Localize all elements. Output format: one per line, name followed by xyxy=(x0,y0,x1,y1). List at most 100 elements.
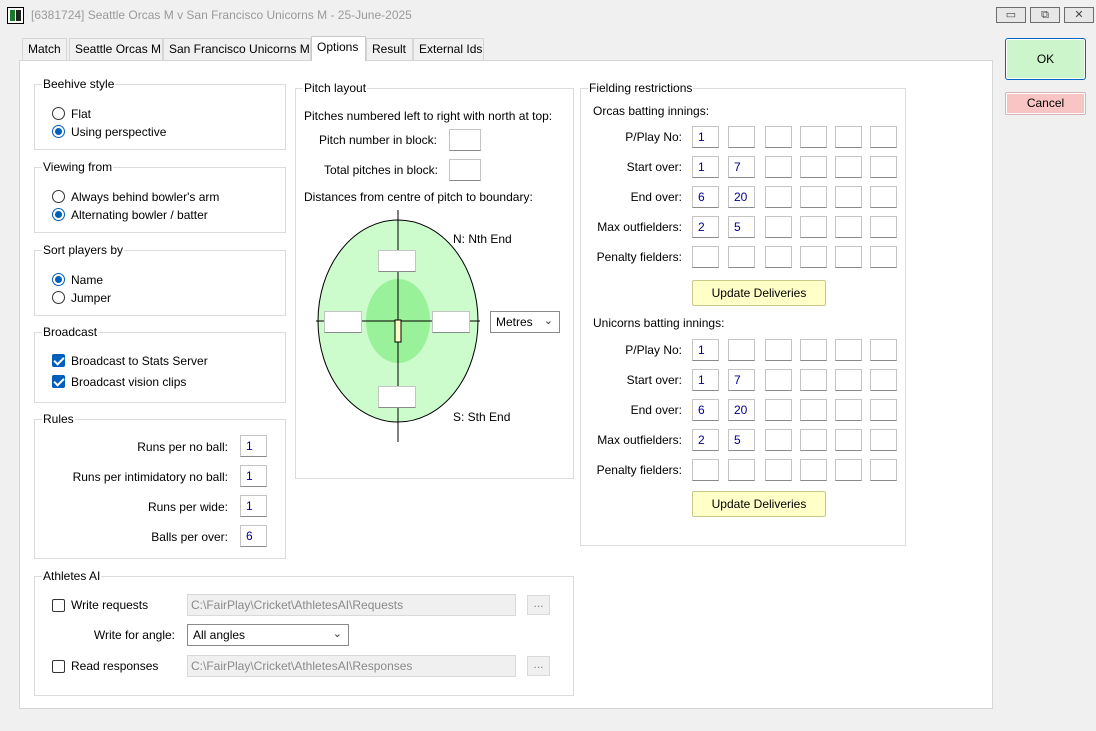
unicorns-restriction-cell[interactable] xyxy=(870,369,897,391)
orcas-restriction-cell[interactable] xyxy=(800,156,827,178)
orcas-restriction-cell[interactable] xyxy=(800,186,827,208)
orcas-restriction-cell[interactable] xyxy=(870,216,897,238)
unicorns-restriction-cell[interactable]: 1 xyxy=(692,339,719,361)
tab-seattle-orcas[interactable]: Seattle Orcas M xyxy=(69,38,163,60)
unicorns-restriction-cell[interactable] xyxy=(800,459,827,481)
total-pitches-input[interactable] xyxy=(449,159,481,181)
orcas-restriction-cell[interactable] xyxy=(765,216,792,238)
unicorns-restriction-cell[interactable]: 7 xyxy=(728,369,755,391)
unicorns-restriction-cell[interactable] xyxy=(870,399,897,421)
unicorns-restriction-cell[interactable] xyxy=(800,339,827,361)
orcas-restriction-cell[interactable]: 5 xyxy=(728,216,755,238)
tab-external-ids[interactable]: External Ids xyxy=(413,38,484,60)
orcas-restriction-cell[interactable] xyxy=(870,156,897,178)
south-distance-input[interactable] xyxy=(378,386,416,408)
write-requests-checkbox[interactable] xyxy=(52,599,65,612)
tab-options[interactable]: Options xyxy=(311,36,366,61)
orcas-restriction-cell[interactable] xyxy=(728,246,755,268)
orcas-restriction-cell[interactable] xyxy=(692,246,719,268)
radio-using-perspective[interactable] xyxy=(52,125,65,138)
orcas-restriction-cell[interactable] xyxy=(765,156,792,178)
orcas-restriction-cell[interactable] xyxy=(800,246,827,268)
fielding-row-label: P/Play No: xyxy=(625,130,682,144)
unicorns-restriction-cell[interactable] xyxy=(835,429,862,451)
radio-flat[interactable] xyxy=(52,107,65,120)
unicorns-restriction-cell[interactable]: 2 xyxy=(692,429,719,451)
orcas-restriction-cell[interactable] xyxy=(835,246,862,268)
unicorns-restriction-cell[interactable] xyxy=(765,459,792,481)
orcas-restriction-cell[interactable] xyxy=(765,186,792,208)
broadcast-stats-checkbox[interactable] xyxy=(52,354,65,367)
unicorns-restriction-cell[interactable] xyxy=(870,459,897,481)
unicorns-restriction-cell[interactable] xyxy=(800,429,827,451)
orcas-restriction-cell[interactable] xyxy=(765,126,792,148)
north-distance-input[interactable] xyxy=(378,250,416,272)
orcas-restriction-cell[interactable] xyxy=(870,186,897,208)
update-deliveries-unicorns-button[interactable]: Update Deliveries xyxy=(692,491,826,517)
browse-responses-button[interactable]: ... xyxy=(527,656,550,676)
unicorns-restriction-cell[interactable]: 5 xyxy=(728,429,755,451)
cancel-button[interactable]: Cancel xyxy=(1005,92,1086,115)
orcas-restriction-cell[interactable]: 20 xyxy=(728,186,755,208)
unicorns-restriction-cell[interactable] xyxy=(728,339,755,361)
orcas-restriction-cell[interactable] xyxy=(765,246,792,268)
unicorns-restriction-cell[interactable] xyxy=(765,399,792,421)
update-deliveries-orcas-button[interactable]: Update Deliveries xyxy=(692,280,826,306)
ok-button[interactable]: OK xyxy=(1005,38,1086,80)
maximize-button[interactable]: ⧉ xyxy=(1030,7,1060,23)
orcas-restriction-cell[interactable]: 7 xyxy=(728,156,755,178)
orcas-restriction-cell[interactable] xyxy=(835,156,862,178)
broadcast-clips-checkbox[interactable] xyxy=(52,375,65,388)
unicorns-restriction-cell[interactable] xyxy=(835,459,862,481)
unicorns-restriction-cell[interactable] xyxy=(835,369,862,391)
distance-unit-select[interactable]: Metres ⌄ xyxy=(490,311,560,333)
tab-san-francisco-unicorns[interactable]: San Francisco Unicorns M xyxy=(163,38,311,60)
orcas-restriction-cell[interactable] xyxy=(800,126,827,148)
balls-per-over-input[interactable]: 6 xyxy=(240,525,267,547)
runs-per-wide-input[interactable]: 1 xyxy=(240,495,267,517)
unicorns-restriction-cell[interactable] xyxy=(692,459,719,481)
checkbox-label: Broadcast vision clips xyxy=(71,375,187,389)
unicorns-restriction-cell[interactable] xyxy=(800,399,827,421)
unicorns-restriction-cell[interactable] xyxy=(765,339,792,361)
read-responses-checkbox[interactable] xyxy=(52,660,65,673)
orcas-restriction-cell[interactable] xyxy=(870,246,897,268)
orcas-restriction-cell[interactable] xyxy=(835,216,862,238)
radio-behind-bowlers-arm[interactable] xyxy=(52,190,65,203)
minimize-button[interactable]: ▭ xyxy=(996,7,1026,23)
east-distance-input[interactable] xyxy=(432,311,470,333)
orcas-restriction-cell[interactable]: 1 xyxy=(692,156,719,178)
orcas-restriction-cell[interactable] xyxy=(728,126,755,148)
orcas-restriction-cell[interactable] xyxy=(835,126,862,148)
unicorns-restriction-cell[interactable] xyxy=(870,339,897,361)
orcas-restriction-cell[interactable] xyxy=(835,186,862,208)
orcas-restriction-cell[interactable]: 6 xyxy=(692,186,719,208)
unicorns-restriction-cell[interactable]: 6 xyxy=(692,399,719,421)
unicorns-restriction-cell[interactable] xyxy=(835,399,862,421)
write-angle-select[interactable]: All angles ⌄ xyxy=(187,624,349,646)
tab-match[interactable]: Match xyxy=(22,38,67,60)
unicorns-restriction-cell[interactable] xyxy=(800,369,827,391)
unicorns-restriction-cell[interactable] xyxy=(765,369,792,391)
radio-name[interactable] xyxy=(52,273,65,286)
orcas-restriction-cell[interactable]: 1 xyxy=(692,126,719,148)
unicorns-restriction-cell[interactable] xyxy=(728,459,755,481)
radio-jumper[interactable] xyxy=(52,291,65,304)
pitch-number-input[interactable] xyxy=(449,129,481,151)
unicorns-restriction-cell[interactable] xyxy=(765,429,792,451)
radio-alternating[interactable] xyxy=(52,208,65,221)
west-distance-input[interactable] xyxy=(324,311,362,333)
browse-requests-button[interactable]: ... xyxy=(527,595,550,615)
unicorns-restriction-cell[interactable] xyxy=(835,339,862,361)
tab-result[interactable]: Result xyxy=(366,38,413,60)
runs-per-no-ball-input[interactable]: 1 xyxy=(240,435,267,457)
unicorns-restriction-cell[interactable]: 20 xyxy=(728,399,755,421)
orcas-restriction-cell[interactable]: 2 xyxy=(692,216,719,238)
orcas-restriction-cell[interactable] xyxy=(870,126,897,148)
close-button[interactable]: ✕ xyxy=(1064,7,1094,23)
unicorns-restriction-cell[interactable] xyxy=(870,429,897,451)
chevron-down-icon: ⌄ xyxy=(332,628,342,640)
orcas-restriction-cell[interactable] xyxy=(800,216,827,238)
unicorns-restriction-cell[interactable]: 1 xyxy=(692,369,719,391)
runs-per-intimidatory-no-ball-input[interactable]: 1 xyxy=(240,465,267,487)
